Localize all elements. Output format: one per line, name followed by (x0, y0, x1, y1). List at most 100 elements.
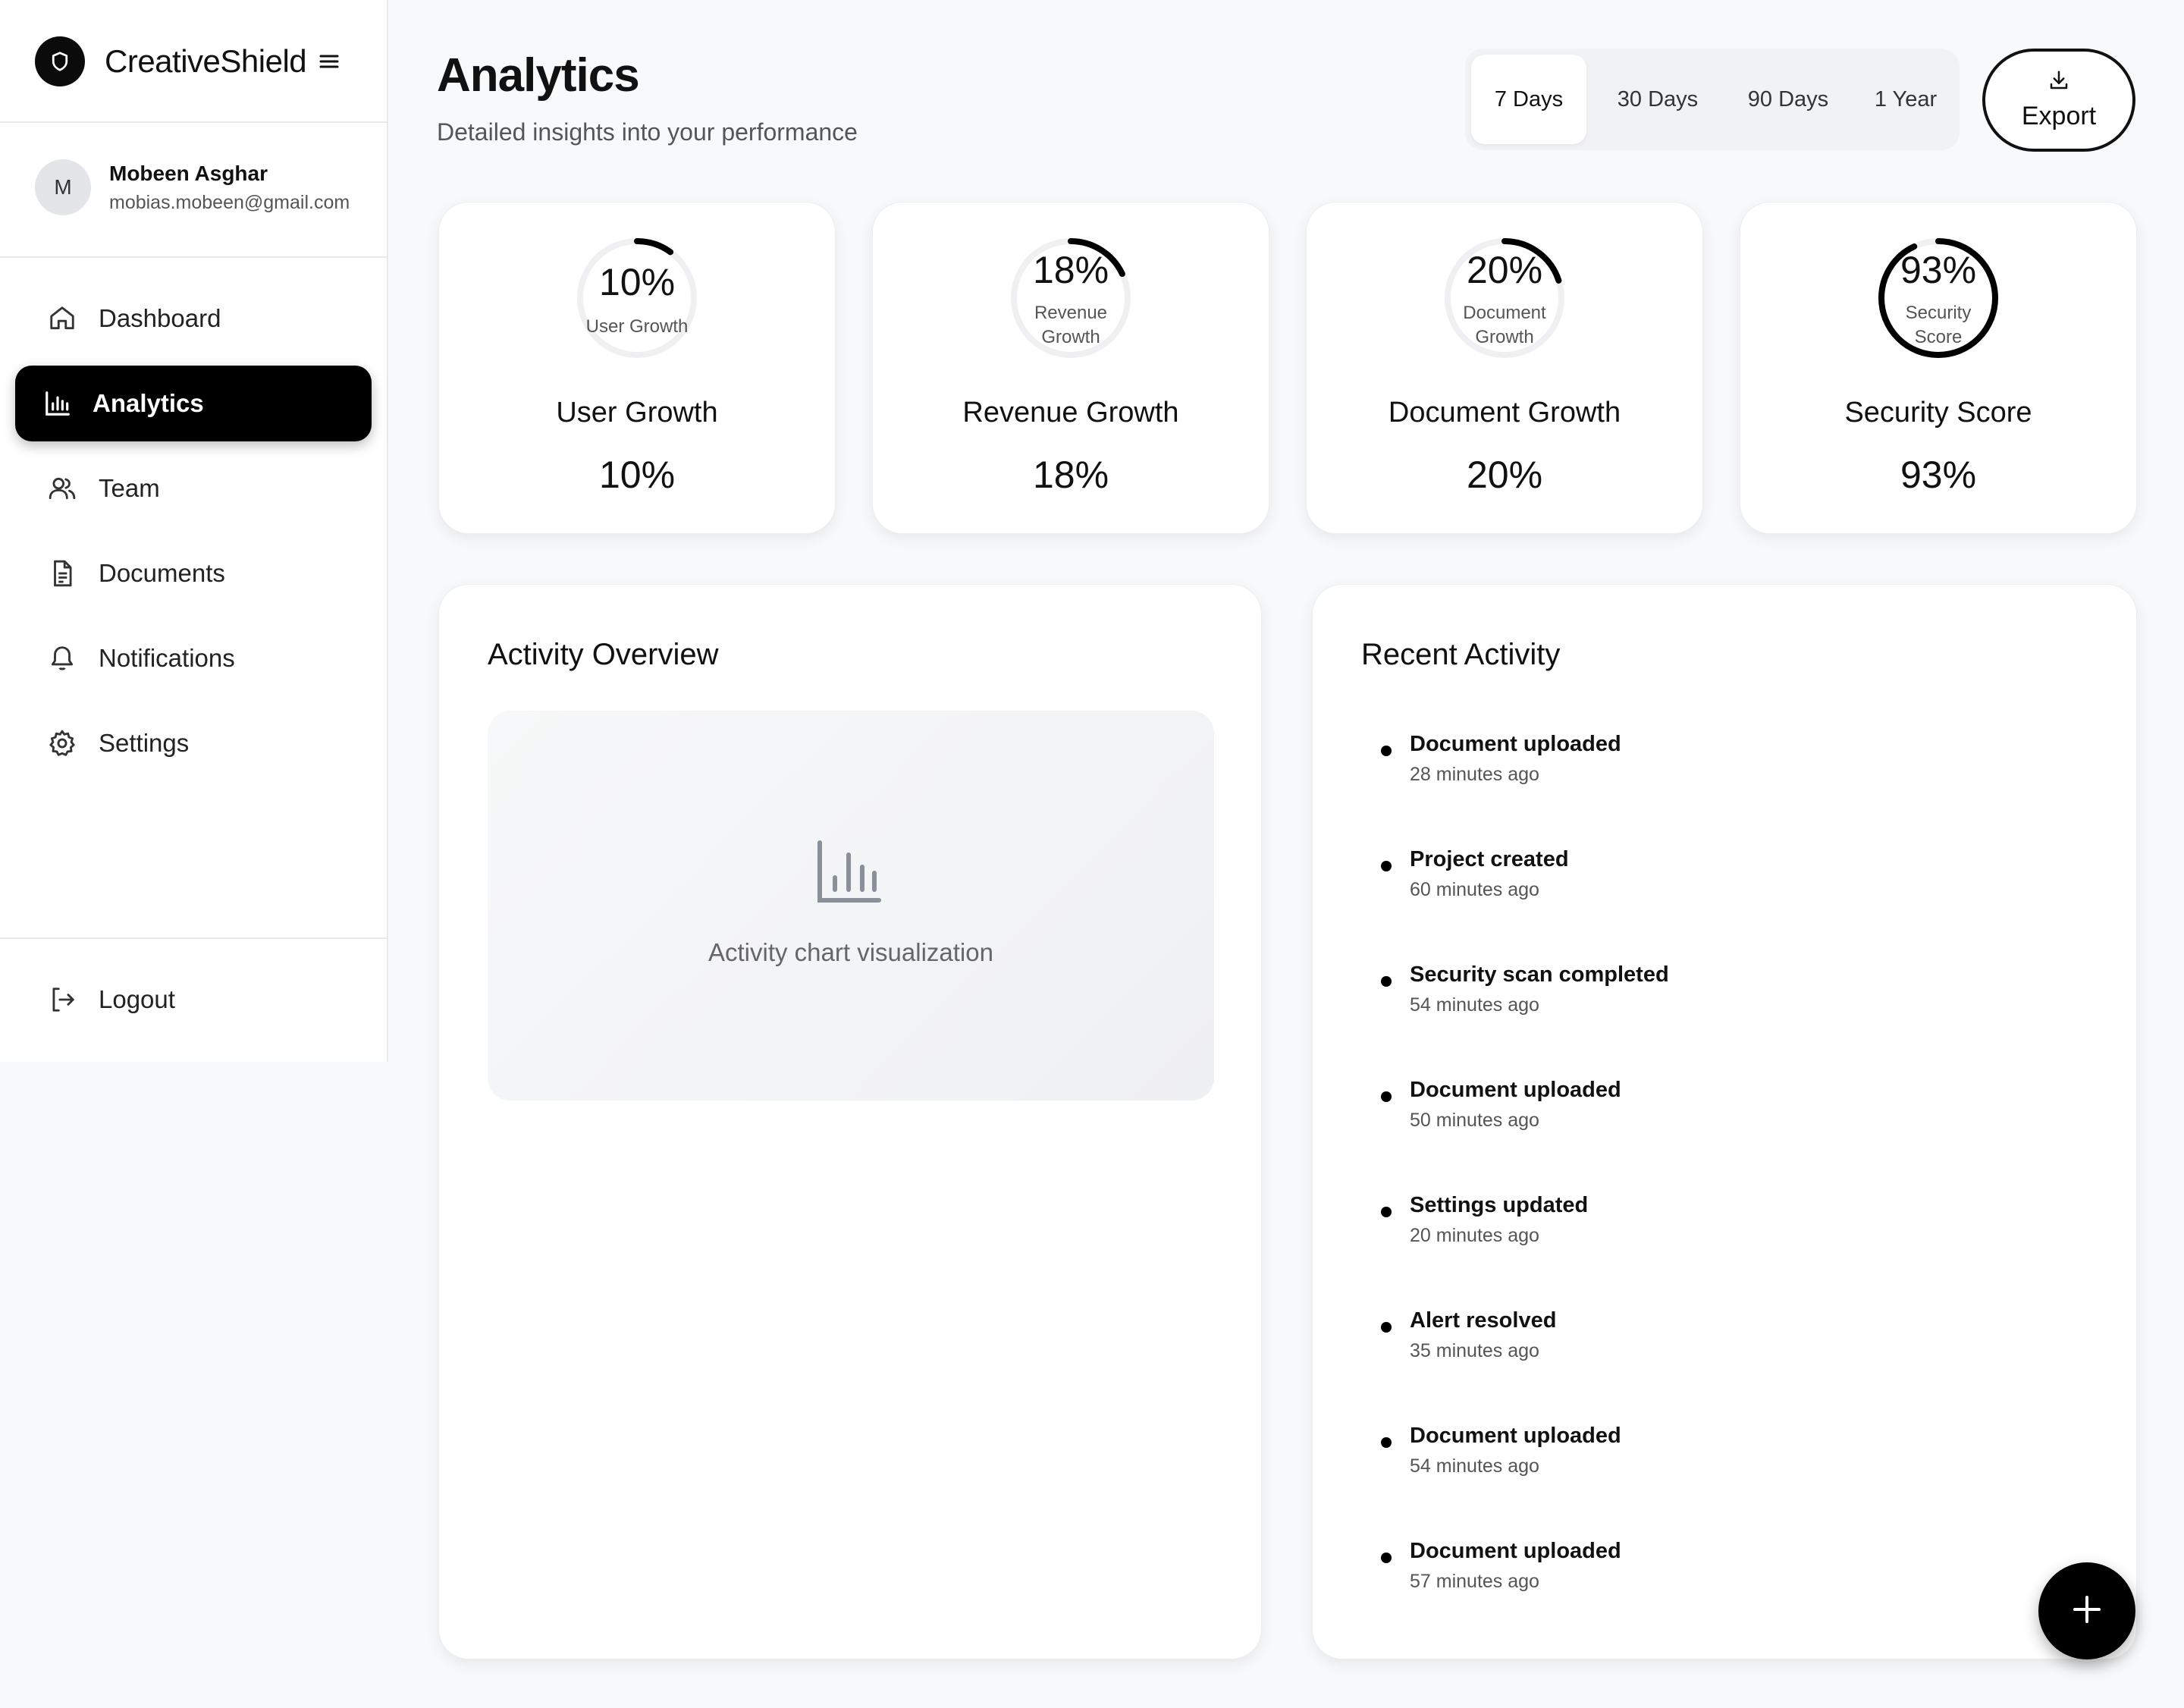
range-7-days[interactable]: 7 Days (1471, 55, 1586, 144)
home-icon (47, 303, 77, 334)
activity-time: 50 minutes ago (1410, 1110, 1539, 1131)
sidebar-item-label: Settings (99, 729, 190, 757)
stat-title: Security Score (1844, 397, 2032, 429)
bullet-dot (1381, 1322, 1392, 1333)
export-button[interactable]: Export (1982, 49, 2135, 152)
ring-label: Revenue Growth (1034, 303, 1108, 347)
sidebar-divider (0, 937, 387, 939)
user-name: Mobeen Asghar (109, 161, 268, 185)
activity-item[interactable]: Alert resolved 35 minutes ago (1361, 1308, 2044, 1372)
ring-value: 10% (598, 261, 676, 303)
activity-item[interactable]: Project created 60 minutes ago (1361, 847, 2044, 911)
activity-item[interactable]: Security scan completed 54 minutes ago (1361, 962, 2044, 1026)
sidebar-item-team[interactable]: Team (15, 451, 372, 526)
activity-item[interactable]: Settings updated 20 minutes ago (1361, 1193, 2044, 1257)
bullet-dot (1381, 1207, 1392, 1217)
avatar: M (35, 159, 91, 215)
brand: CreativeShield (35, 36, 340, 86)
range-1-year[interactable]: 1 Year (1859, 55, 1952, 144)
activity-title: Security scan completed (1410, 962, 1669, 987)
ring-value: 20% (1466, 249, 1543, 291)
ring-value: 18% (1032, 249, 1109, 291)
date-range-selector: 7 Days 30 Days 90 Days 1 Year (1465, 49, 1960, 150)
range-90-days[interactable]: 90 Days (1731, 55, 1846, 144)
stat-value: 10% (598, 454, 676, 496)
activity-overview-card: Activity Overview Activity chart visuali… (438, 584, 1262, 1659)
activity-item[interactable]: Document uploaded 54 minutes ago (1361, 1424, 2044, 1487)
stat-card-user-growth: 10% User Growth User Growth 10% (438, 202, 836, 534)
ring-label: Document Growth (1463, 303, 1546, 347)
sidebar-item-documents[interactable]: Documents (15, 535, 372, 611)
ring-label: User Growth (585, 316, 689, 337)
page-subtitle: Detailed insights into your performance (437, 118, 858, 146)
activity-item[interactable]: Document uploaded 28 minutes ago (1361, 732, 2044, 796)
download-icon (2048, 69, 2070, 99)
logout-icon (47, 984, 77, 1015)
stat-value: 93% (1900, 454, 1977, 496)
sidebar-item-label: Dashboard (99, 304, 221, 332)
stat-card-security-score: 93% Security Score Security Score 93% (1740, 202, 2137, 534)
progress-ring: 10% User Growth (576, 237, 698, 359)
stat-value: 18% (1032, 454, 1109, 496)
sidebar-item-label: Analytics (93, 389, 204, 417)
sidebar: CreativeShield M Mobeen Asghar mobias.mo… (0, 0, 388, 1062)
add-button[interactable] (2038, 1562, 2135, 1659)
sidebar-divider (0, 121, 387, 123)
sidebar-item-notifications[interactable]: Notifications (15, 620, 372, 696)
plus-icon (2072, 1594, 2102, 1628)
activity-time: 35 minutes ago (1410, 1340, 1539, 1361)
ring-label: Security Score (1905, 303, 1972, 347)
range-30-days[interactable]: 30 Days (1600, 55, 1715, 144)
bullet-dot (1381, 746, 1392, 756)
bullet-dot (1381, 976, 1392, 987)
activity-time: 20 minutes ago (1410, 1225, 1539, 1246)
stat-card-revenue-growth: 18% Revenue Growth Revenue Growth 18% (872, 202, 1269, 534)
sidebar-item-dashboard[interactable]: Dashboard (15, 281, 372, 356)
activity-time: 28 minutes ago (1410, 764, 1539, 785)
sidebar-item-label: Team (99, 474, 160, 502)
user-profile[interactable]: M Mobeen Asghar mobias.mobeen@gmail.com (35, 159, 350, 215)
activity-overview-title: Activity Overview (488, 638, 719, 671)
stat-title: Document Growth (1388, 397, 1621, 429)
logout-label: Logout (99, 985, 175, 1013)
page-title: Analytics (437, 49, 640, 102)
activity-title: Document uploaded (1410, 1424, 1621, 1448)
activity-title: Alert resolved (1410, 1308, 1557, 1333)
shield-icon (35, 36, 85, 86)
stat-card-document-growth: 20% Document Growth Document Growth 20% (1306, 202, 1703, 534)
sidebar-item-settings[interactable]: Settings (15, 705, 372, 781)
user-email: mobias.mobeen@gmail.com (109, 191, 350, 213)
sidebar-item-label: Notifications (99, 644, 235, 672)
activity-time: 57 minutes ago (1410, 1571, 1539, 1592)
activity-item[interactable]: Document uploaded 57 minutes ago (1361, 1539, 2044, 1603)
ring-value: 93% (1900, 249, 1977, 291)
chart-placeholder-text: Activity chart visualization (708, 938, 993, 966)
progress-ring: 18% Revenue Growth (1010, 237, 1131, 359)
chart-placeholder: Activity chart visualization (488, 711, 1214, 1100)
bullet-dot (1381, 861, 1392, 871)
gear-icon (47, 728, 77, 758)
stat-value: 20% (1466, 454, 1543, 496)
activity-title: Project created (1410, 847, 1569, 871)
bell-icon (47, 643, 77, 673)
sidebar-item-analytics[interactable]: Analytics (15, 366, 372, 441)
recent-activity-title: Recent Activity (1361, 638, 1561, 671)
stat-title: User Growth (556, 397, 718, 429)
activity-time: 60 minutes ago (1410, 879, 1539, 900)
sidebar-item-label: Documents (99, 559, 225, 587)
sidebar-divider (0, 256, 387, 258)
progress-ring: 93% Security Score (1878, 237, 1999, 359)
document-icon (47, 558, 77, 589)
hamburger-icon[interactable] (318, 52, 340, 71)
logout-button[interactable]: Logout (15, 962, 372, 1038)
activity-title: Document uploaded (1410, 732, 1621, 756)
bullet-dot (1381, 1553, 1392, 1563)
activity-title: Document uploaded (1410, 1539, 1621, 1563)
progress-ring: 20% Document Growth (1444, 237, 1565, 359)
activity-title: Settings updated (1410, 1193, 1589, 1217)
activity-item[interactable]: Document uploaded 50 minutes ago (1361, 1078, 2044, 1141)
users-icon (47, 473, 77, 504)
activity-time: 54 minutes ago (1410, 994, 1539, 1016)
bullet-dot (1381, 1437, 1392, 1448)
bar-chart-icon (42, 388, 73, 419)
